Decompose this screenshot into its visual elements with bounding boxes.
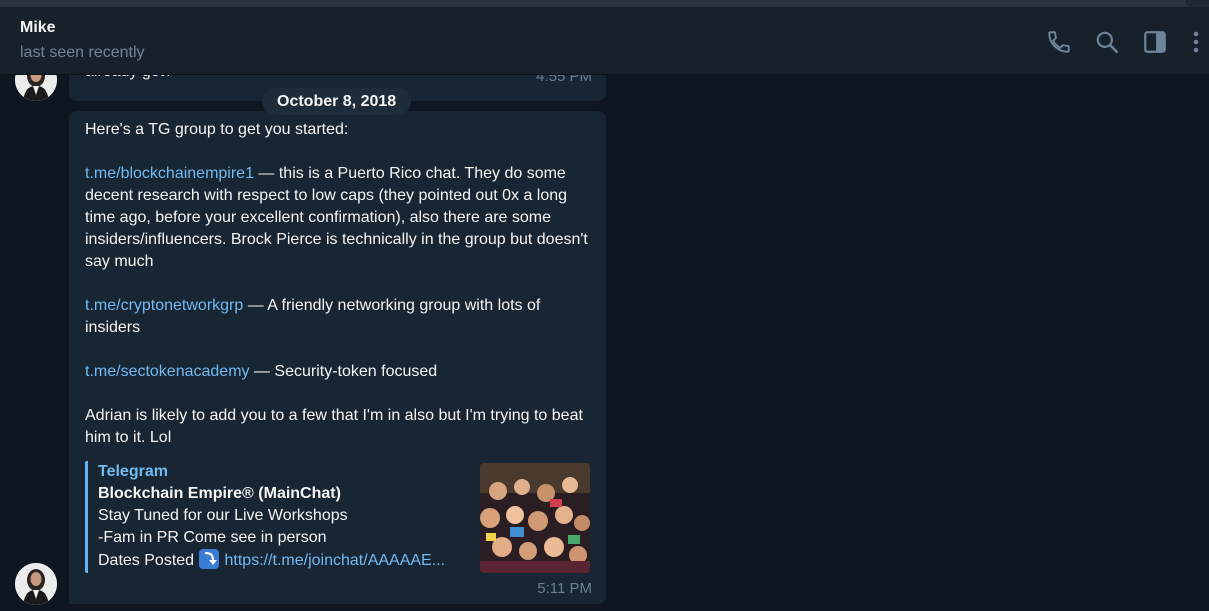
preview-join-link[interactable]: https://t.me/joinchat/AAAAAE... [225, 552, 446, 569]
preview-thumbnail[interactable] [480, 463, 590, 573]
message-list[interactable]: already got? 4:55 PM Here's a TG group t… [0, 75, 1209, 611]
group-link[interactable]: t.me/cryptonetworkgrp [85, 297, 243, 314]
window-corner [1185, 0, 1209, 7]
sender-avatar[interactable] [15, 563, 57, 605]
message-bubble[interactable]: Here's a TG group to get you started: t.… [69, 111, 606, 604]
contact-name[interactable]: Mike [20, 19, 56, 37]
preview-site-name: Telegram [98, 463, 168, 480]
phone-icon[interactable] [1046, 29, 1072, 55]
sidebar-toggle-icon[interactable] [1142, 29, 1168, 55]
group-link[interactable]: t.me/blockchainempire1 [85, 165, 254, 182]
message-time: 4:55 PM [536, 75, 592, 85]
preview-line-text: Dates Posted [98, 552, 195, 569]
message-paragraph: t.me/sectokenacademy — Security-token fo… [85, 361, 590, 383]
message-time: 5:11 PM [537, 580, 592, 597]
message-paragraph: t.me/cryptonetworkgrp — A friendly netwo… [85, 295, 590, 339]
search-icon[interactable] [1094, 29, 1120, 55]
link-description: — Security-token focused [249, 363, 438, 380]
preview-description: Stay Tuned for our Live Workshops -Fam i… [98, 505, 468, 572]
preview-title: Blockchain Empire® (MainChat) [98, 485, 341, 502]
chat-header: Mike last seen recently [0, 7, 1209, 75]
sender-avatar[interactable] [15, 75, 57, 101]
date-separator: October 8, 2018 [262, 88, 412, 115]
preview-line: Stay Tuned for our Live Workshops [98, 507, 348, 524]
link-preview[interactable]: Telegram Blockchain Empire® (MainChat) S… [85, 461, 593, 573]
preview-line: -Fam in PR Come see in person [98, 529, 327, 546]
message-paragraph: Adrian is likely to add you to a few tha… [85, 407, 583, 446]
contact-status: last seen recently [20, 44, 145, 61]
preview-line: Dates Posted https://t.me/joinchat/AAAAA… [98, 549, 468, 572]
window-top-strip [0, 0, 1209, 7]
group-link[interactable]: t.me/sectokenacademy [85, 363, 250, 380]
message-body: Here's a TG group to get you started: t.… [85, 119, 590, 449]
message-paragraph: Here's a TG group to get you started: [85, 121, 349, 138]
message-text: already got? [85, 75, 173, 83]
more-icon[interactable] [1190, 29, 1202, 55]
message-paragraph: t.me/blockchainempire1 — this is a Puert… [85, 163, 590, 273]
arrow-down-emoji-icon [198, 549, 219, 569]
link-preview-text: Telegram Blockchain Empire® (MainChat) S… [98, 461, 468, 572]
